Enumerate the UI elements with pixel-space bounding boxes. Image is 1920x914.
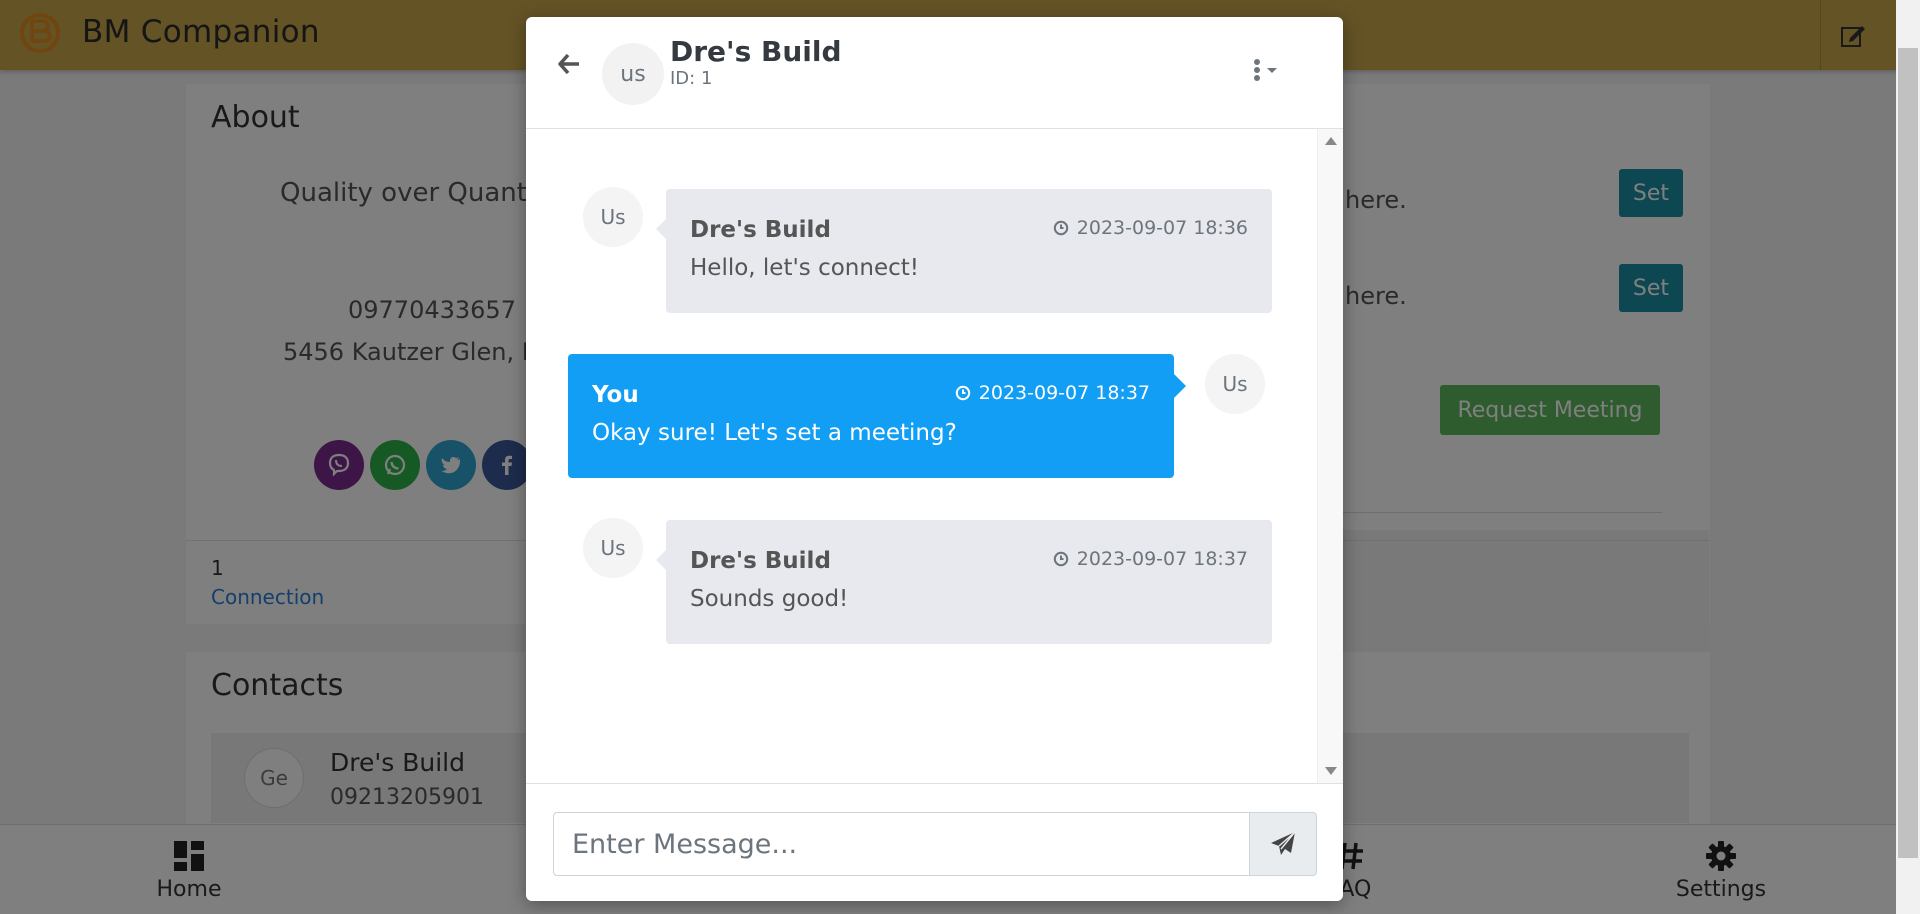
message-time-text: 2023-09-07 18:37 <box>1076 548 1248 570</box>
message-avatar: Us <box>583 518 643 578</box>
message-time-text: 2023-09-07 18:36 <box>1076 217 1248 239</box>
scroll-up-arrow-icon[interactable] <box>1325 137 1337 145</box>
chat-partner-name: Dre's Build <box>670 35 842 68</box>
chat-header: us Dre's Build ID: 1 <box>526 17 1343 129</box>
message-timestamp: 2023-09-07 18:36 <box>1053 217 1248 239</box>
more-vertical-icon <box>1254 59 1277 81</box>
message-avatar: Us <box>1205 354 1265 414</box>
message-text: Okay sure! Let's set a meeting? <box>592 420 957 446</box>
message-time-text: 2023-09-07 18:37 <box>978 382 1150 404</box>
message-timestamp: 2023-09-07 18:37 <box>955 382 1150 404</box>
message-bubble: Dre's Build 2023-09-07 18:37 Sounds good… <box>656 520 1272 644</box>
message-sender: You <box>592 382 639 408</box>
message-bubble: Dre's Build 2023-09-07 18:36 Hello, let'… <box>656 189 1272 313</box>
message-bubble: You 2023-09-07 18:37 Okay sure! Let's se… <box>568 354 1186 478</box>
page-scrollbar-thumb[interactable] <box>1898 48 1918 858</box>
message-text: Hello, let's connect! <box>690 255 920 281</box>
paper-plane-icon <box>1271 831 1296 855</box>
chat-partner-avatar: us <box>602 43 664 105</box>
chat-footer <box>526 783 1343 901</box>
message-text: Sounds good! <box>690 586 849 612</box>
clock-icon <box>1053 551 1068 567</box>
message-sender: Dre's Build <box>690 217 831 243</box>
send-button[interactable] <box>1249 812 1317 876</box>
message-sender: Dre's Build <box>690 548 831 574</box>
chat-modal: us Dre's Build ID: 1 Us Dre's Build 2023… <box>526 17 1343 901</box>
chat-messages[interactable]: Us Dre's Build 2023-09-07 18:36 Hello, l… <box>526 129 1317 783</box>
chat-options-menu[interactable] <box>1247 55 1287 85</box>
chat-scrollbar[interactable] <box>1317 129 1343 783</box>
message-avatar: Us <box>583 187 643 247</box>
arrow-left-icon <box>558 53 579 75</box>
clock-icon <box>1053 220 1068 236</box>
chat-partner-id: ID: 1 <box>670 68 713 89</box>
back-button[interactable] <box>554 49 584 79</box>
clock-icon <box>955 385 970 401</box>
message-input[interactable] <box>553 812 1250 876</box>
message-timestamp: 2023-09-07 18:37 <box>1053 548 1248 570</box>
scroll-down-arrow-icon[interactable] <box>1325 767 1337 775</box>
